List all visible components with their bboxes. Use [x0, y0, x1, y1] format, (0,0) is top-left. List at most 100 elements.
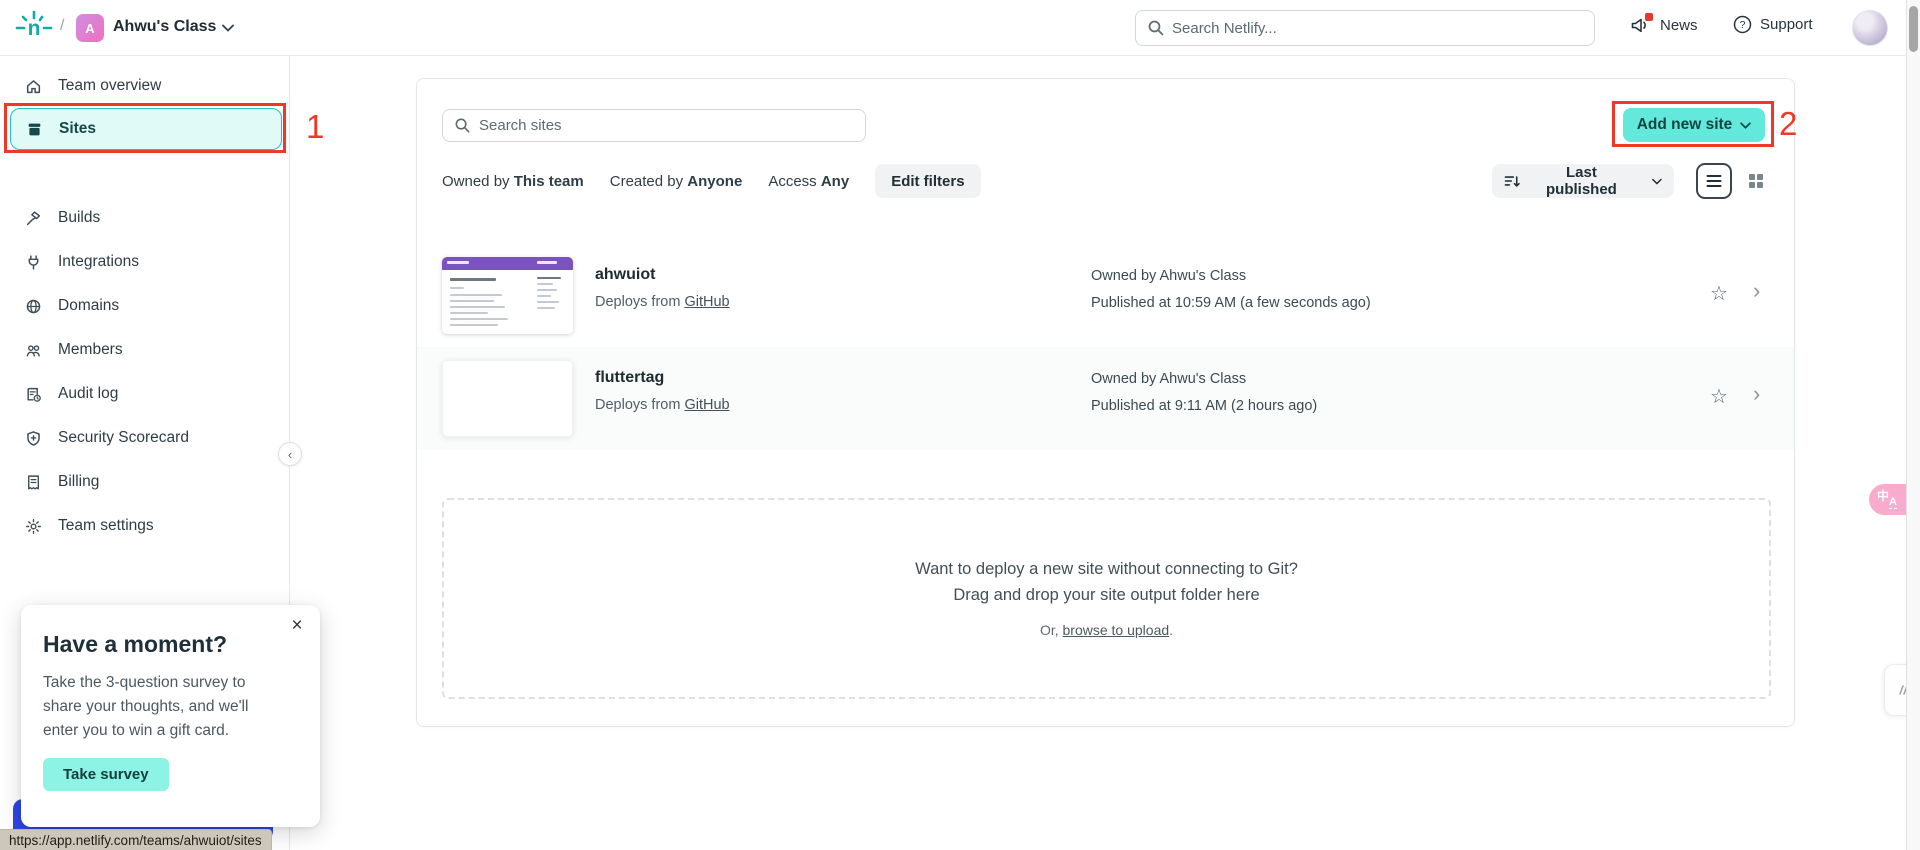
sidebar-collapse-button[interactable]: ‹ — [278, 442, 302, 466]
github-link[interactable]: GitHub — [684, 294, 729, 310]
sidebar-label: Billing — [58, 473, 99, 491]
filter-label: Owned by — [442, 173, 510, 190]
search-icon — [454, 117, 471, 134]
edit-filters-button[interactable]: Edit filters — [875, 164, 980, 198]
site-name[interactable]: fluttertag — [595, 369, 664, 387]
grid-view-toggle[interactable] — [1739, 163, 1773, 199]
close-icon[interactable]: × — [286, 615, 308, 637]
survey-title: Have a moment? — [43, 631, 298, 658]
home-icon — [25, 78, 42, 95]
take-survey-button[interactable]: Take survey — [43, 758, 169, 791]
site-thumbnail[interactable] — [442, 257, 573, 334]
chevron-down-icon[interactable] — [222, 24, 234, 32]
site-thumbnail[interactable] — [442, 360, 573, 437]
global-search-input[interactable] — [1135, 10, 1595, 46]
breadcrumb-separator: / — [60, 17, 64, 35]
netlify-dashboard: n / A Ahwu's Class — [0, 0, 1920, 850]
site-name[interactable]: ahwuiot — [595, 266, 655, 284]
grid-icon — [1748, 173, 1764, 189]
translate-button[interactable]: 中 A — [1869, 484, 1906, 515]
header: n / A Ahwu's Class — [0, 0, 1920, 56]
sidebar-label: Builds — [58, 209, 100, 227]
globe-icon — [25, 298, 42, 315]
site-row-ahwuiot[interactable]: ahwuiot Deploys from GitHub Owned by Ahw… — [417, 244, 1794, 347]
list-icon — [1706, 174, 1722, 188]
sidebar-item-team-overview[interactable]: Team overview — [0, 64, 290, 108]
megaphone-icon — [1630, 15, 1652, 35]
site-row-fluttertag[interactable]: fluttertag Deploys from GitHub Owned by … — [417, 347, 1794, 450]
chevron-right-icon[interactable]: › — [1753, 381, 1760, 407]
site-search-input[interactable] — [442, 109, 866, 142]
sort-icon — [1504, 174, 1521, 189]
sidebar-item-integrations[interactable]: Integrations — [0, 240, 290, 284]
translate-cn-glyph: 中 — [1877, 487, 1889, 504]
drag-drop-zone[interactable]: Want to deploy a new site without connec… — [442, 498, 1771, 699]
dropzone-line1: Want to deploy a new site without connec… — [444, 560, 1769, 579]
news-button[interactable]: News — [1630, 15, 1698, 35]
favorite-star-icon[interactable]: ☆ — [1705, 280, 1733, 308]
netlify-logo-icon[interactable]: n — [14, 10, 54, 46]
list-view-toggle[interactable] — [1696, 163, 1732, 199]
dropzone-line2: Drag and drop your site output folder he… — [444, 586, 1769, 605]
news-label: News — [1660, 17, 1698, 34]
favorite-star-icon[interactable]: ☆ — [1705, 383, 1733, 411]
search-icon — [1147, 19, 1165, 37]
chevron-down-icon — [1740, 122, 1751, 129]
hammer-icon — [25, 210, 42, 227]
sort-button[interactable]: Last published — [1492, 164, 1674, 198]
browse-to-upload-link[interactable]: browse to upload — [1063, 622, 1170, 638]
sidebar-item-security-scorecard[interactable]: Security Scorecard — [0, 416, 290, 460]
add-new-site-button[interactable]: Add new site — [1623, 108, 1765, 142]
scrollbar-thumb[interactable] — [1909, 6, 1918, 52]
filter-created-by[interactable]: Created by Anyone — [610, 173, 743, 190]
audit-log-icon — [25, 386, 42, 403]
support-button[interactable]: ? Support — [1733, 15, 1813, 34]
site-owner: Owned by Ahwu's Class — [1091, 371, 1246, 387]
filter-access[interactable]: Access Any — [768, 173, 849, 190]
sidebar-item-billing[interactable]: Billing — [0, 460, 290, 504]
period: . — [1169, 622, 1173, 638]
sidebar-item-team-settings[interactable]: Team settings — [0, 504, 290, 548]
filter-value: This team — [514, 173, 584, 190]
site-published: Published at 9:11 AM (2 hours ago) — [1091, 398, 1317, 414]
site-deploy-info: Deploys from GitHub — [595, 397, 730, 413]
svg-text:?: ? — [1740, 19, 1746, 31]
sort-label: Last published — [1530, 164, 1634, 198]
sidebar-label: Members — [58, 341, 123, 359]
filter-owned-by[interactable]: Owned by This team — [442, 173, 584, 190]
chevron-right-icon[interactable]: › — [1753, 278, 1760, 304]
user-avatar[interactable] — [1852, 10, 1888, 46]
sidebar-label: Domains — [58, 297, 119, 315]
sidebar-item-audit-log[interactable]: Audit log — [0, 372, 290, 416]
annotation-step-1: 1 — [306, 108, 324, 146]
team-name: Ahwu's Class — [113, 18, 216, 36]
deploys-from-label: Deploys from — [595, 294, 680, 310]
sidebar-label: Sites — [59, 120, 96, 138]
github-link[interactable]: GitHub — [684, 397, 729, 413]
notification-dot — [1645, 13, 1653, 21]
filters-row: Owned by This team Created by Anyone Acc… — [442, 164, 981, 198]
browser-status-bar: https://app.netlify.com/teams/ahwuiot/si… — [0, 829, 272, 850]
sidebar-label: Integrations — [58, 253, 139, 271]
status-url: https://app.netlify.com/teams/ahwuiot/si… — [9, 833, 262, 848]
gear-icon — [25, 518, 42, 535]
dropzone-line3: Or, browse to upload. — [444, 622, 1769, 638]
filter-label: Created by — [610, 173, 683, 190]
sites-panel: Add new site Owned by This team Created … — [416, 78, 1795, 727]
svg-text:n: n — [28, 17, 41, 40]
sidebar-label: Team overview — [58, 77, 161, 95]
sidebar-label: Security Scorecard — [58, 429, 189, 447]
help-icon: ? — [1733, 15, 1752, 34]
filter-value: Any — [821, 173, 849, 190]
translate-latin-glyph: A — [1889, 496, 1897, 509]
team-avatar[interactable]: A — [76, 14, 104, 42]
sidebar-item-members[interactable]: Members — [0, 328, 290, 372]
billing-icon — [25, 474, 42, 491]
or-label: Or, — [1040, 622, 1063, 638]
support-label: Support — [1760, 16, 1813, 33]
sidebar-item-domains[interactable]: Domains — [0, 284, 290, 328]
sidebar-item-builds[interactable]: Builds — [0, 196, 290, 240]
scrollbar-track[interactable] — [1906, 0, 1920, 850]
sidebar-item-sites[interactable]: Sites — [10, 108, 282, 150]
sites-list: ahwuiot Deploys from GitHub Owned by Ahw… — [417, 244, 1794, 450]
